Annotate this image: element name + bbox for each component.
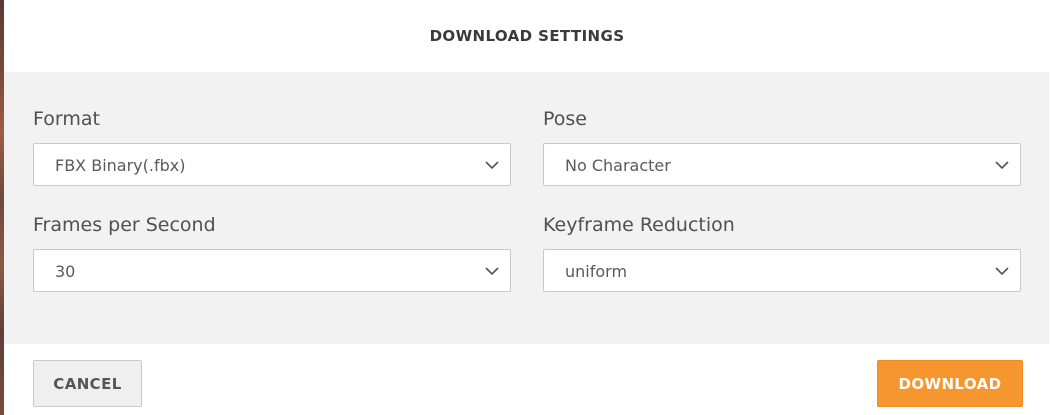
keyframe-reduction-field: Keyframe Reduction uniform	[543, 211, 1023, 292]
chevron-down-icon	[995, 161, 1009, 170]
format-select[interactable]: FBX Binary(.fbx)	[33, 143, 511, 186]
keyframe-reduction-label: Keyframe Reduction	[543, 214, 735, 236]
fps-field: Frames per Second 30	[33, 211, 513, 292]
settings-panel: Format FBX Binary(.fbx) Pose No Characte…	[4, 72, 1049, 344]
download-button[interactable]: DOWNLOAD	[877, 360, 1023, 407]
pose-select-value: No Character	[565, 156, 671, 175]
chevron-down-icon	[485, 267, 499, 276]
format-field: Format FBX Binary(.fbx)	[33, 105, 513, 186]
pose-select[interactable]: No Character	[543, 143, 1021, 186]
pose-label: Pose	[543, 108, 587, 130]
format-select-value: FBX Binary(.fbx)	[55, 156, 186, 175]
chevron-down-icon	[485, 161, 499, 170]
keyframe-reduction-select-value: uniform	[565, 262, 628, 281]
pose-field: Pose No Character	[543, 105, 1023, 186]
format-label: Format	[33, 108, 100, 130]
cancel-button[interactable]: CANCEL	[33, 360, 142, 407]
download-settings-dialog: DOWNLOAD SETTINGS Format FBX Binary(.fbx…	[0, 0, 1050, 415]
fps-label: Frames per Second	[33, 214, 216, 236]
fps-select[interactable]: 30	[33, 249, 511, 292]
fps-select-value: 30	[55, 262, 76, 281]
dialog-title: DOWNLOAD SETTINGS	[429, 27, 625, 45]
dialog-header: DOWNLOAD SETTINGS	[4, 0, 1050, 72]
chevron-down-icon	[995, 267, 1009, 276]
keyframe-reduction-select[interactable]: uniform	[543, 249, 1021, 292]
